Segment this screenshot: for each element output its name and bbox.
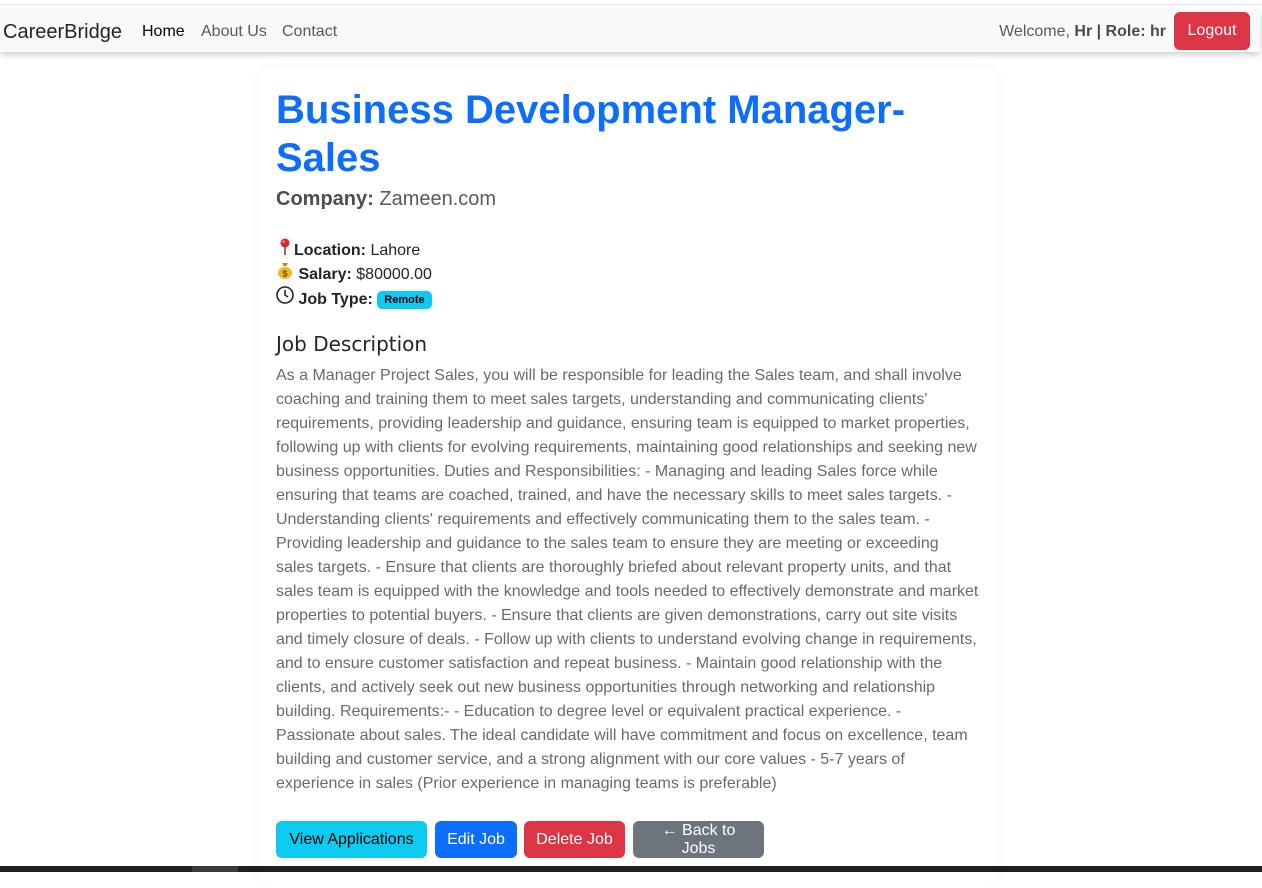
- welcome-prefix: Welcome,: [999, 23, 1075, 40]
- nav-contact[interactable]: Contact: [282, 23, 337, 41]
- salary-line: $ Salary: $80000.00: [276, 262, 432, 284]
- user-name: Hr: [1074, 23, 1093, 40]
- brand-link[interactable]: CareerBridge: [3, 21, 122, 44]
- clock-icon: [276, 286, 294, 308]
- logout-button[interactable]: Logout: [1174, 12, 1250, 50]
- location-value: Lahore: [366, 242, 421, 259]
- job-description: As a Manager Project Sales, you will be …: [276, 367, 979, 792]
- money-bag-icon: $: [276, 262, 294, 283]
- location-label: Location:: [294, 242, 366, 259]
- description-heading: Job Description: [276, 332, 428, 356]
- salary-value: $80000.00: [351, 266, 432, 283]
- taskbar-item: [192, 866, 238, 872]
- separator: |: [1092, 23, 1106, 40]
- pin-icon: [276, 238, 294, 259]
- back-to-jobs-button[interactable]: ← Back to Jobs: [633, 821, 764, 858]
- role-value: hr: [1145, 23, 1166, 40]
- location-line: Location: Lahore: [276, 238, 420, 260]
- edit-job-button[interactable]: Edit Job: [435, 821, 517, 858]
- navbar: CareerBridge Home About Us Contact Welco…: [0, 10, 1260, 52]
- job-detail-card: Business Development Manager-Sales Compa…: [260, 68, 996, 888]
- welcome-text: Welcome, Hr | Role: hr: [999, 23, 1166, 41]
- job-type-label: Job Type:: [298, 291, 373, 308]
- company-name: Zameen.com: [373, 188, 497, 210]
- nav-home[interactable]: Home: [142, 23, 185, 41]
- salary-label: Salary:: [298, 266, 352, 283]
- job-type-badge: Remote: [377, 291, 432, 309]
- view-applications-button[interactable]: View Applications: [276, 821, 427, 858]
- job-type-line: Job Type: Remote: [276, 286, 432, 309]
- svg-text:$: $: [282, 270, 288, 280]
- delete-job-button[interactable]: Delete Job: [524, 821, 625, 858]
- company-line: Company: Zameen.com: [276, 188, 496, 211]
- window-top-edge: [0, 0, 1262, 5]
- taskbar-edge: [0, 866, 1262, 872]
- nav-about-us[interactable]: About Us: [201, 23, 267, 41]
- role-label: Role:: [1105, 23, 1146, 40]
- company-label: Company:: [276, 188, 374, 210]
- job-title: Business Development Manager-Sales: [276, 88, 906, 180]
